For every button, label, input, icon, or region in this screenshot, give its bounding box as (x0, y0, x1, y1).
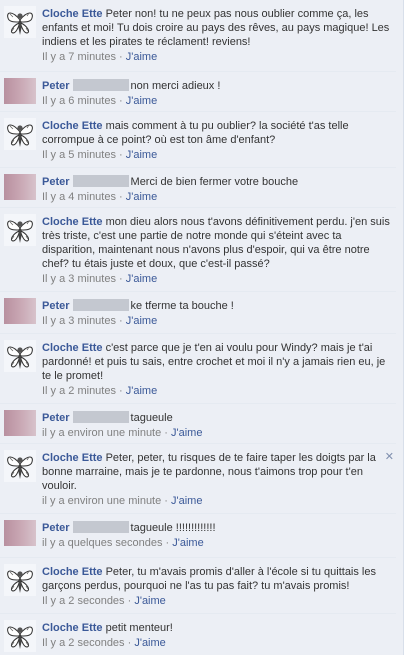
avatar[interactable] (4, 6, 36, 38)
like-link[interactable]: J'aime (134, 637, 165, 649)
avatar[interactable] (4, 214, 36, 246)
redacted-name (72, 521, 129, 533)
like-link[interactable]: J'aime (172, 537, 203, 549)
comment-timestamp[interactable]: Il y a 6 minutes (42, 95, 116, 107)
avatar[interactable] (4, 410, 36, 436)
like-link[interactable]: J'aime (126, 273, 157, 285)
comment-author[interactable]: Peter (42, 300, 70, 312)
comment-author[interactable]: Cloche Ette (42, 8, 103, 20)
avatar[interactable] (4, 174, 36, 200)
comment-author[interactable]: Cloche Ette (42, 216, 103, 228)
comment-timestamp[interactable]: Il y a 4 minutes (42, 191, 116, 203)
comment-text: Merci de bien fermer votre bouche (130, 176, 299, 188)
comment-item: Cloche Ette Peter, tu m'avais promis d'a… (0, 558, 396, 614)
comment-item: Peter Merci de bien fermer votre bouche I… (0, 168, 396, 208)
comment-timestamp[interactable]: il y a environ une minute (42, 427, 161, 439)
comment-timestamp[interactable]: Il y a 3 minutes (42, 315, 116, 327)
comment-author[interactable]: Cloche Ette (42, 452, 103, 464)
redacted-name (72, 175, 129, 187)
comment-text: petit menteur! (105, 622, 173, 634)
like-link[interactable]: J'aime (126, 51, 157, 63)
comment-item: Cloche Ette mon dieu alors nous t'avons … (0, 208, 396, 292)
close-icon[interactable]: ✕ (385, 450, 394, 463)
redacted-name (72, 79, 129, 91)
comment-timestamp[interactable]: Il y a 2 minutes (42, 385, 116, 397)
avatar[interactable] (4, 340, 36, 372)
comment-timestamp[interactable]: Il y a 2 secondes (42, 637, 125, 649)
comment-author[interactable]: Cloche Ette (42, 120, 103, 132)
comment-text: tagueule !!!!!!!!!!!!! (130, 522, 216, 534)
comment-item: Peter tagueule !!!!!!!!!!!!! il y a quelq… (0, 514, 396, 558)
comment-item: Peter non merci adieux ! Il y a 6 minutes… (0, 72, 396, 112)
like-link[interactable]: J'aime (171, 427, 202, 439)
like-link[interactable]: J'aime (126, 191, 157, 203)
avatar[interactable] (4, 520, 36, 546)
comment-timestamp[interactable]: il y a quelques secondes (42, 537, 162, 549)
avatar[interactable] (4, 118, 36, 150)
comment-author[interactable]: Peter (42, 80, 70, 92)
comment-author[interactable]: Cloche Ette (42, 342, 103, 354)
like-link[interactable]: J'aime (126, 149, 157, 161)
comment-item: Cloche Ette petit menteur! Il y a 2 seco… (0, 614, 396, 655)
like-link[interactable]: J'aime (134, 595, 165, 607)
avatar[interactable] (4, 564, 36, 596)
like-link[interactable]: J'aime (126, 95, 157, 107)
redacted-name (72, 299, 129, 311)
comment-feed: Cloche Ette Peter non! tu ne peux pas no… (0, 0, 404, 655)
avatar[interactable] (4, 78, 36, 104)
comment-item: Cloche Ette Peter, peter, tu risques de … (0, 444, 396, 514)
comment-author[interactable]: Cloche Ette (42, 622, 103, 634)
comment-author[interactable]: Peter (42, 176, 70, 188)
comment-timestamp[interactable]: Il y a 3 minutes (42, 273, 116, 285)
avatar[interactable] (4, 298, 36, 324)
comment-author[interactable]: Cloche Ette (42, 566, 103, 578)
comment-item: Cloche Ette Peter non! tu ne peux pas no… (0, 0, 396, 72)
comment-item: Peter tagueule il y a environ une minute … (0, 404, 396, 444)
comment-text: ke tferme ta bouche ! (130, 300, 234, 312)
comment-item: Cloche Ette c'est parce que je t'en ai v… (0, 334, 396, 404)
comment-text: non merci adieux ! (130, 80, 221, 92)
like-link[interactable]: J'aime (126, 385, 157, 397)
comment-item: Cloche Ette mais comment à tu pu oublier… (0, 112, 396, 168)
comment-item: Peter ke tferme ta bouche ! Il y a 3 minu… (0, 292, 396, 334)
comment-timestamp[interactable]: Il y a 7 minutes (42, 51, 116, 63)
like-link[interactable]: J'aime (126, 315, 157, 327)
avatar[interactable] (4, 620, 36, 652)
comment-timestamp[interactable]: Il y a 2 secondes (42, 595, 125, 607)
comment-author[interactable]: Peter (42, 412, 70, 424)
comment-timestamp[interactable]: Il y a 5 minutes (42, 149, 116, 161)
comment-author[interactable]: Peter (42, 522, 70, 534)
redacted-name (72, 411, 129, 423)
comment-timestamp[interactable]: il y a environ une minute (42, 495, 161, 507)
comment-text: tagueule (130, 412, 173, 424)
like-link[interactable]: J'aime (171, 495, 202, 507)
avatar[interactable] (4, 450, 36, 482)
